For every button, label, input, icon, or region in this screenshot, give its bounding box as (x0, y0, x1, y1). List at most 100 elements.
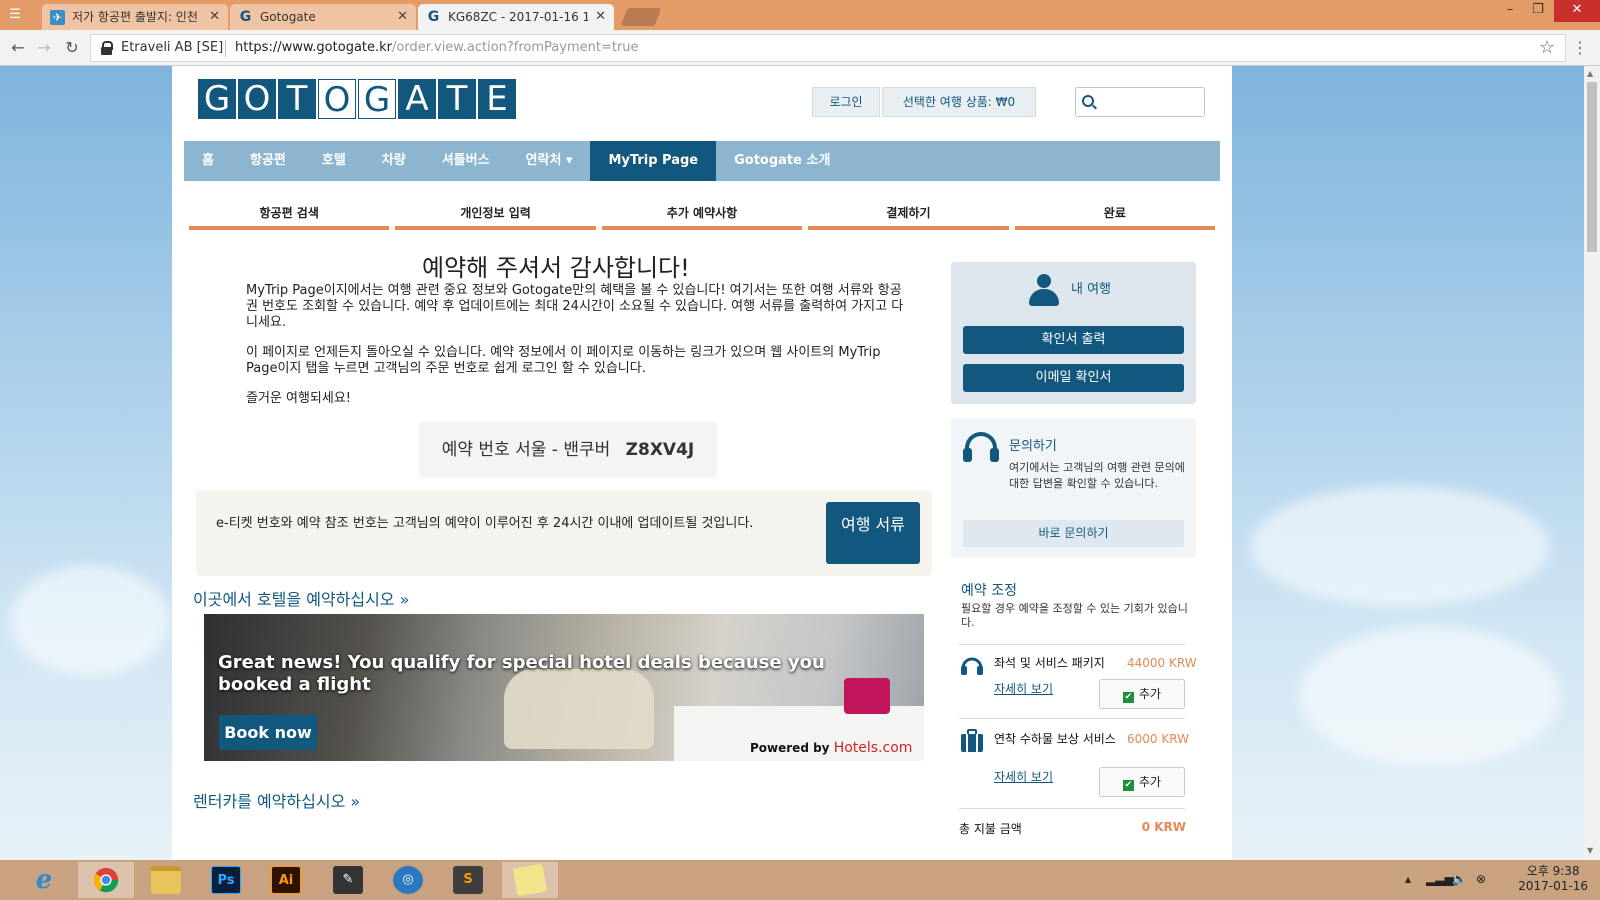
nav-item[interactable]: 셔틀버스 (424, 141, 508, 181)
hotel-booking-link[interactable]: 이곳에서 호텔을 예약하십시오 » (193, 586, 409, 610)
scroll-up-icon[interactable]: ▲ (1587, 69, 1593, 78)
url-text[interactable]: https://www.gotogate.kr/order.view.actio… (235, 40, 639, 55)
internet-explorer-icon[interactable]: e (16, 862, 72, 898)
booking-progress-steps: 항공편 검색 개인정보 입력 추가 예약사항 결제하기 완료 (189, 204, 1216, 230)
divider (225, 40, 226, 57)
progress-step: 개인정보 입력 (395, 204, 596, 230)
progress-step: 항공편 검색 (189, 204, 390, 230)
chrome-icon[interactable] (78, 862, 134, 898)
nav-item[interactable]: 항공편 (232, 141, 304, 181)
my-trip-title: 내 여행 (1071, 282, 1112, 297)
illustrator-icon[interactable]: Ai (258, 862, 314, 898)
nav-item[interactable]: 호텔 (304, 141, 364, 181)
logo-letter: G (358, 79, 396, 120)
addon-details-link[interactable]: 자세히 보기 (994, 768, 1053, 785)
search-icon[interactable] (1082, 95, 1094, 107)
cart-button[interactable]: 선택한 여행 상품: ₩0 (882, 87, 1036, 117)
notification-icon[interactable]: ⊗ (1476, 872, 1486, 886)
clock-time: 오후 9:38 (1526, 864, 1580, 878)
browser-user-icon[interactable]: ☰ (6, 6, 24, 24)
reload-icon[interactable]: ↻ (62, 38, 82, 58)
contact-panel: 문의하기 여기에서는 고객님의 여행 관련 문의에 대한 답변을 확인할 수 있… (951, 418, 1196, 558)
volume-icon[interactable]: 🔈 (1452, 872, 1467, 886)
add-label: 추가 (1138, 687, 1162, 701)
login-button[interactable]: 로그인 (812, 87, 880, 117)
progress-step: 추가 예약사항 (601, 204, 803, 230)
bookmark-star-icon[interactable]: ☆ (1539, 37, 1555, 58)
enjoy-text: 즐거운 여행되세요! (246, 391, 352, 406)
certificate-org: Etraveli AB [SE] (121, 40, 224, 55)
progress-step: 완료 (1014, 204, 1216, 230)
system-clock[interactable]: 오후 9:38 2017-01-16 (1518, 864, 1588, 894)
addon-details-link[interactable]: 자세히 보기 (994, 680, 1053, 697)
add-addon-button[interactable]: ✔ 추가 (1099, 679, 1185, 709)
eticket-notice: e-티켓 번호와 예약 참조 번호는 고객님의 예약이 이루어진 후 24시간 … (196, 490, 932, 576)
forward-arrow-icon[interactable]: → (34, 38, 54, 58)
powered-by-label: Powered by (750, 741, 830, 755)
scrollbar-thumb[interactable] (1587, 82, 1597, 252)
url-path: /order.view.action?fromPayment=true (392, 40, 639, 55)
booking-adjust-panel: 예약 조정 필요할 경우 예약을 조정할 수 있는 기회가 있습니다. 좌석 및… (951, 572, 1197, 860)
headset-icon (963, 432, 999, 462)
file-explorer-icon[interactable] (138, 862, 194, 898)
browser-toolbar: ← → ↻ Etraveli AB [SE] https://www.gotog… (0, 30, 1600, 66)
app-icon[interactable]: ✎ (320, 862, 376, 898)
lock-icon (101, 41, 113, 55)
logo-letter: T (438, 79, 476, 119)
divider (959, 718, 1185, 719)
search-input[interactable] (1075, 87, 1205, 117)
headset-icon (961, 657, 983, 675)
clock-date: 2017-01-16 (1518, 879, 1588, 893)
banner-headline: Great news! You qualify for special hote… (218, 652, 825, 695)
close-icon[interactable]: ✕ (397, 4, 408, 30)
contact-description: 여기에서는 고객님의 여행 관련 문의에 대한 답변을 확인할 수 있습니다. (1009, 461, 1185, 490)
browser-tab[interactable]: ✈ 저가 항공편 출발지: 인천 ✕ (42, 4, 228, 30)
window-close-icon[interactable]: ✕ (1554, 0, 1600, 22)
gotogate-g-icon: G (427, 9, 440, 25)
nav-item[interactable]: 연락처 ▾ (508, 141, 591, 181)
logo-letter: G (198, 79, 236, 119)
back-arrow-icon[interactable]: ← (8, 38, 28, 58)
app-icon[interactable]: ◎ (380, 862, 436, 898)
gotogate-g-icon: G (239, 9, 252, 25)
address-bar[interactable]: Etraveli AB [SE] https://www.gotogate.kr… (90, 34, 1566, 62)
main-navigation: 홈 항공편 호텔 차량 셔틀버스 연락처 ▾ MyTrip Page Gotogate 소개 (184, 141, 1220, 181)
nav-item[interactable]: Gotogate 소개 (716, 141, 848, 181)
travel-documents-button[interactable]: 여행 서류 (826, 502, 920, 564)
network-icon[interactable]: ▂▃▅ (1426, 872, 1454, 886)
nav-item[interactable]: MyTrip Page (590, 141, 717, 181)
close-icon[interactable]: ✕ (595, 4, 606, 30)
background-cloud (1250, 486, 1550, 606)
nav-item[interactable]: 홈 (184, 141, 232, 181)
page-scrollbar[interactable]: ▲ ▼ (1584, 66, 1600, 860)
contact-now-button[interactable]: 바로 문의하기 (963, 520, 1184, 547)
add-addon-button[interactable]: ✔ 추가 (1099, 767, 1185, 797)
add-label: 추가 (1138, 775, 1162, 789)
nav-item[interactable]: 차량 (364, 141, 424, 181)
sublime-text-icon[interactable]: S (440, 862, 496, 898)
browser-menu-icon[interactable]: ⋮ (1572, 38, 1588, 57)
powered-by: Powered by Hotels.com (750, 740, 912, 756)
gotogate-logo[interactable]: GOTOGATE (198, 79, 516, 120)
new-tab-button[interactable] (620, 8, 662, 26)
chrome-logo (93, 867, 119, 893)
progress-step: 결제하기 (808, 204, 1009, 230)
scroll-down-icon[interactable]: ▼ (1587, 846, 1593, 855)
booking-ref-label: 예약 번호 서울 - 밴쿠버 (441, 440, 611, 460)
hotel-deal-banner[interactable]: Great news! You qualify for special hote… (204, 614, 924, 761)
photoshop-icon[interactable]: Ps (198, 862, 254, 898)
browser-tab[interactable]: G Gotogate ✕ (230, 4, 416, 30)
browser-tab-active[interactable]: G KG68ZC - 2017-01-16 1 ✕ (418, 4, 614, 30)
divider (959, 808, 1185, 809)
email-confirmation-button[interactable]: 이메일 확인서 (963, 364, 1184, 392)
check-icon: ✔ (1122, 692, 1134, 703)
book-now-button[interactable]: Book now (219, 715, 317, 750)
print-confirmation-button[interactable]: 확인서 출력 (963, 326, 1184, 354)
car-rental-link[interactable]: 렌터카를 예약하십시오 » (193, 788, 360, 812)
close-icon[interactable]: ✕ (209, 4, 220, 30)
travel-site-icon: ✈ (50, 10, 65, 25)
eticket-notice-text: e-티켓 번호와 예약 참조 번호는 고객님의 예약이 이루어진 후 24시간 … (216, 516, 754, 531)
tray-expand-icon[interactable]: ▴ (1405, 872, 1411, 886)
restore-icon[interactable]: ❐ (1522, 0, 1554, 22)
app-icon[interactable] (502, 862, 558, 898)
